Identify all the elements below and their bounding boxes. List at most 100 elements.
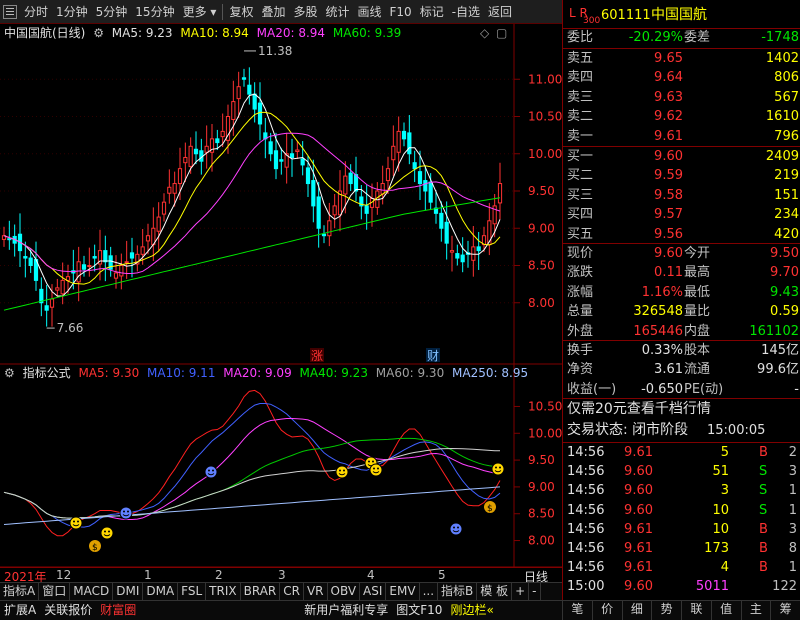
settings-icon[interactable]: ⚙ xyxy=(4,366,15,380)
add-button[interactable]: + xyxy=(512,583,530,600)
main-chart-title: 中国国航(日线) xyxy=(4,26,86,40)
indicator-title[interactable]: 指标公式 xyxy=(23,366,71,380)
collapse-icon[interactable]: ▢ xyxy=(496,24,507,42)
tab-asi[interactable]: ASI xyxy=(360,583,387,600)
tab-5min[interactable]: 5分钟 xyxy=(92,1,132,23)
stat-value: 145亿 xyxy=(761,343,799,358)
menu-icon[interactable] xyxy=(3,4,17,19)
time-label: 3 xyxy=(278,568,286,582)
overlay-button[interactable]: 叠加 xyxy=(257,1,289,23)
mark-button[interactable]: 标记 xyxy=(416,1,448,23)
multi-stock-button[interactable]: 多股 xyxy=(289,1,321,23)
time-label: 5 xyxy=(438,568,446,582)
tick-row: 15:00 9.60 5011 122 xyxy=(563,577,800,596)
back-button[interactable]: 返回 xyxy=(484,1,516,23)
bid-row[interactable]: 买二 9.59 219 xyxy=(563,166,800,185)
smiley-icon-eye xyxy=(368,460,370,463)
tab-15min[interactable]: 15分钟 xyxy=(131,1,178,23)
tab-chips[interactable]: 筹 xyxy=(770,600,800,620)
diamond-icon[interactable]: ◇ xyxy=(480,24,489,42)
ask-row[interactable]: 卖三 9.63 567 xyxy=(563,88,800,107)
kline-chart[interactable]: 11.00 10.50 10.00 9.50 9.00 8.50 8.00 11.38 7.66… xyxy=(0,0,562,600)
ask-row[interactable]: 卖四 9.64 806 xyxy=(563,68,800,87)
bid-row[interactable]: 买五 9.56 420 xyxy=(563,225,800,244)
bid-row[interactable]: 买一 9.60 2409 xyxy=(563,147,800,166)
tick-volume: 10 xyxy=(712,521,729,537)
f10-text-button[interactable]: 图文F10 xyxy=(392,601,446,620)
quote-row: 外盘 165446 内盘 161102 xyxy=(563,322,800,341)
tab-price[interactable]: 价 xyxy=(591,600,622,620)
bid-volume: 219 xyxy=(774,168,799,184)
tab-cr[interactable]: CR xyxy=(280,583,304,600)
settings-icon[interactable]: ⚙ xyxy=(93,26,104,40)
candle-body xyxy=(364,205,369,214)
tab-obv[interactable]: OBV xyxy=(328,583,361,600)
candle-body xyxy=(407,132,412,155)
tab-1min[interactable]: 1分钟 xyxy=(52,1,92,23)
tab-trades[interactable]: 笔 xyxy=(562,600,592,620)
candle-body xyxy=(423,180,428,192)
candle-body xyxy=(49,298,55,308)
candle-body xyxy=(188,145,193,167)
tab-main[interactable]: 主 xyxy=(740,600,771,620)
tab-window[interactable]: 窗口 xyxy=(39,583,71,600)
fuquan-button[interactable]: 复权 xyxy=(225,1,257,23)
tab-macd[interactable]: MACD xyxy=(70,583,114,600)
wealth-circle-button[interactable]: 财富圈 xyxy=(96,601,140,620)
zhang-marker[interactable]: 涨 xyxy=(311,348,323,363)
candle-body xyxy=(161,201,167,215)
promo-text[interactable]: 仅需20元查看千档行情 xyxy=(567,400,711,419)
sad-face-icon xyxy=(204,465,218,479)
smiley-icon xyxy=(100,526,114,540)
related-quote-button[interactable]: 关联报价 xyxy=(40,601,96,620)
tab-detail[interactable]: 细 xyxy=(621,600,652,620)
bid-row[interactable]: 买四 9.57 234 xyxy=(563,205,800,224)
more-button[interactable]: 更多 ▾ xyxy=(179,1,221,23)
bid-label: 买二 xyxy=(567,168,594,184)
tab-linked[interactable]: 联 xyxy=(681,600,711,620)
draw-line-button[interactable]: 画线 xyxy=(354,1,386,23)
expand-a-button[interactable]: 扩展A xyxy=(0,601,40,620)
tab-fsl[interactable]: FSL xyxy=(178,583,207,600)
ask-row[interactable]: 卖五 9.65 1402 xyxy=(563,49,800,68)
tab-brar[interactable]: BRAR xyxy=(241,583,281,600)
bid-label: 买五 xyxy=(567,226,594,242)
tab-value[interactable]: 值 xyxy=(710,600,741,620)
sidebar-toggle-button[interactable]: 刚边栏« xyxy=(446,601,497,620)
tick-time: 14:56 xyxy=(567,541,605,556)
tab-emv[interactable]: EMV xyxy=(386,583,420,600)
bid-volume: 151 xyxy=(774,187,799,203)
tab-fenshi[interactable]: 分时 xyxy=(20,1,52,23)
new-user-promo-link[interactable]: 新用户福利专享 xyxy=(300,601,392,620)
add-watchlist-button[interactable]: -自选 xyxy=(448,1,484,23)
tab-vr[interactable]: VR xyxy=(304,583,328,600)
candle-body xyxy=(220,130,225,138)
stock-name: 中国国航 xyxy=(651,7,707,23)
tab-dma[interactable]: DMA xyxy=(143,583,179,600)
divider xyxy=(562,442,800,443)
tick-price: 9.60 xyxy=(624,502,653,518)
cai-marker[interactable]: 财 xyxy=(427,349,439,363)
ind-ma20-label: MA20: 9.09 xyxy=(223,366,292,380)
tab-dmi[interactable]: DMI xyxy=(113,583,144,600)
ask-label: 卖五 xyxy=(567,51,594,66)
tab-template[interactable]: 模 板 xyxy=(477,583,513,600)
quote-value: 9.60 xyxy=(654,246,683,261)
candle-body xyxy=(305,167,311,185)
ask-row[interactable]: 卖二 9.62 1610 xyxy=(563,107,800,126)
stat-label: 收益(一) xyxy=(567,381,617,397)
ask-price: 9.61 xyxy=(654,128,683,144)
time-label: 12 xyxy=(56,568,72,582)
tab-more[interactable]: ... xyxy=(420,583,439,600)
bid-row[interactable]: 买三 9.58 151 xyxy=(563,186,800,205)
remove-button[interactable]: - xyxy=(529,583,541,600)
tab-trix[interactable]: TRIX xyxy=(206,583,241,600)
stats-button[interactable]: 统计 xyxy=(321,1,353,23)
f10-button[interactable]: F10 xyxy=(386,1,416,23)
promo-row[interactable]: 仅需20元查看千档行情 xyxy=(563,400,800,420)
time-axis: 2021年 12 1 2 3 4 5 日线 xyxy=(0,567,562,584)
tab-trend[interactable]: 势 xyxy=(651,600,681,620)
tab-indicator-b[interactable]: 指标B xyxy=(438,583,478,600)
tab-indicator-a[interactable]: 指标A xyxy=(0,583,40,600)
ask-row[interactable]: 卖一 9.61 796 xyxy=(563,127,800,146)
